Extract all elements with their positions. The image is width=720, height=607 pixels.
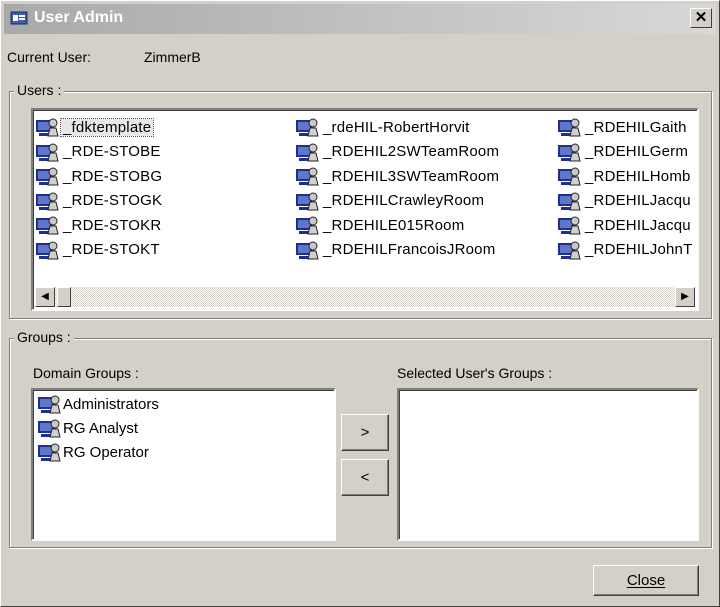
user-name: _RDEHILE015Room [323,216,465,234]
user-name: _RDEHILJacqu [585,192,691,209]
selected-groups-list[interactable] [397,388,699,541]
current-user-value: ZimmerB [144,49,201,65]
close-button[interactable]: Close [593,565,699,596]
user-name: _RDE-STOBE [63,143,161,160]
close-window-button[interactable]: ✕ [690,8,712,28]
domain-group-item[interactable]: Administrators [37,393,159,415]
user-list-item[interactable]: _RDE-STOBG [35,165,285,187]
user-name: _RDE-STOGK [63,192,163,209]
user-icon [558,192,581,210]
user-list-item[interactable]: _RDEHILGaith [557,116,697,138]
user-list-item[interactable]: _RDEHILHomb [557,165,697,187]
user-icon [36,216,59,235]
group-icon [38,395,61,414]
remove-group-button[interactable]: < [341,459,389,496]
user-icon [296,241,319,259]
user-name: _RDE-STOKR [63,216,162,234]
user-name: _RDEHILJohnT [585,241,693,258]
group-name: RG Analyst [63,419,139,437]
user-icon [36,192,59,210]
user-icon [558,118,581,137]
scroll-right-button[interactable]: ▶ [675,287,695,307]
scroll-thumb[interactable] [57,287,71,307]
domain-group-item[interactable]: RG Operator [37,441,149,463]
user-list-item[interactable]: _rdeHIL-RobertHorvit [295,116,545,138]
window-title: User Admin [34,9,124,26]
scroll-left-icon: ◀ [41,291,49,302]
scroll-left-button[interactable]: ◀ [35,287,55,307]
user-list-item[interactable]: _RDE-STOBE [35,141,285,163]
user-list-item[interactable]: _RDE-STOGK [35,190,285,212]
user-name: _RDEHILCrawleyRoom [323,192,485,209]
user-icon [36,241,59,259]
user-name: _RDEHIL2SWTeamRoom [323,143,500,160]
scroll-right-icon: ▶ [681,291,689,302]
user-list-item[interactable]: _fdktemplate [35,116,285,138]
user-list-item[interactable]: _RDEHILJacqu [557,214,697,236]
user-icon [296,118,319,137]
current-user-label: Current User: [7,49,92,65]
user-list-item[interactable]: _RDE-STOKR [35,214,285,236]
user-list-item[interactable]: _RDEHILJacqu [557,190,697,212]
user-icon [36,118,59,137]
close-button-label: Close [626,572,666,589]
user-name: _RDE-STOKT [63,241,160,258]
user-name: _RDE-STOBG [63,167,163,185]
user-list-item[interactable]: _RDEHILGerm [557,141,697,163]
user-name: _RDEHILHomb [585,167,691,185]
users-list[interactable]: ◀ ▶ _fdktemplate _RDE-STOBE _RDE-STOBG _RDE… [31,108,699,311]
user-list-item[interactable]: _RDEHIL2SWTeamRoom [295,141,545,163]
user-icon [36,143,59,161]
window-icon [10,11,28,25]
user-name: _rdeHIL-RobertHorvit [323,118,470,136]
user-icon [558,143,581,161]
domain-groups-list[interactable]: Administrators RG Analyst RG Operator [31,388,336,541]
user-list-item[interactable]: _RDE-STOKT [35,239,285,261]
user-list-item[interactable]: _RDEHILCrawleyRoom [295,190,545,212]
user-list-item[interactable]: _RDEHILE015Room [295,214,545,236]
user-name: _fdktemplate [59,117,155,137]
user-name: _RDEHILGaith [585,118,687,136]
user-icon [296,192,319,210]
group-name: Administrators [63,395,159,413]
user-name: _RDEHILJacqu [585,216,691,234]
user-icon [296,143,319,161]
user-name: _RDEHILFrancoisJRoom [323,241,496,258]
users-horizontal-scrollbar[interactable]: ◀ ▶ [35,287,695,307]
group-icon [38,443,61,462]
user-name: _RDEHILGerm [585,143,689,160]
domain-groups-label: Domain Groups : [33,365,139,381]
group-icon [38,419,61,438]
user-list-item[interactable]: _RDEHIL3SWTeamRoom [295,165,545,187]
user-admin-window: User Admin ✕ Current User: ZimmerB Users… [0,0,720,607]
selected-groups-label: Selected User's Groups : [397,365,553,381]
title-bar[interactable]: User Admin ✕ [4,4,716,34]
user-icon [296,216,319,235]
domain-group-item[interactable]: RG Analyst [37,417,138,439]
user-icon [558,216,581,235]
user-name: _RDEHIL3SWTeamRoom [323,167,500,185]
groups-label: Groups : [14,329,74,345]
add-group-button[interactable]: > [341,414,389,451]
users-label: Users : [14,82,65,98]
group-name: RG Operator [63,443,149,461]
user-icon [558,241,581,259]
user-icon [296,167,319,186]
user-icon [558,167,581,186]
user-icon [36,167,59,186]
close-icon: ✕ [694,9,708,26]
user-list-item[interactable]: _RDEHILFrancoisJRoom [295,239,545,261]
user-list-item[interactable]: _RDEHILJohnT [557,239,697,261]
